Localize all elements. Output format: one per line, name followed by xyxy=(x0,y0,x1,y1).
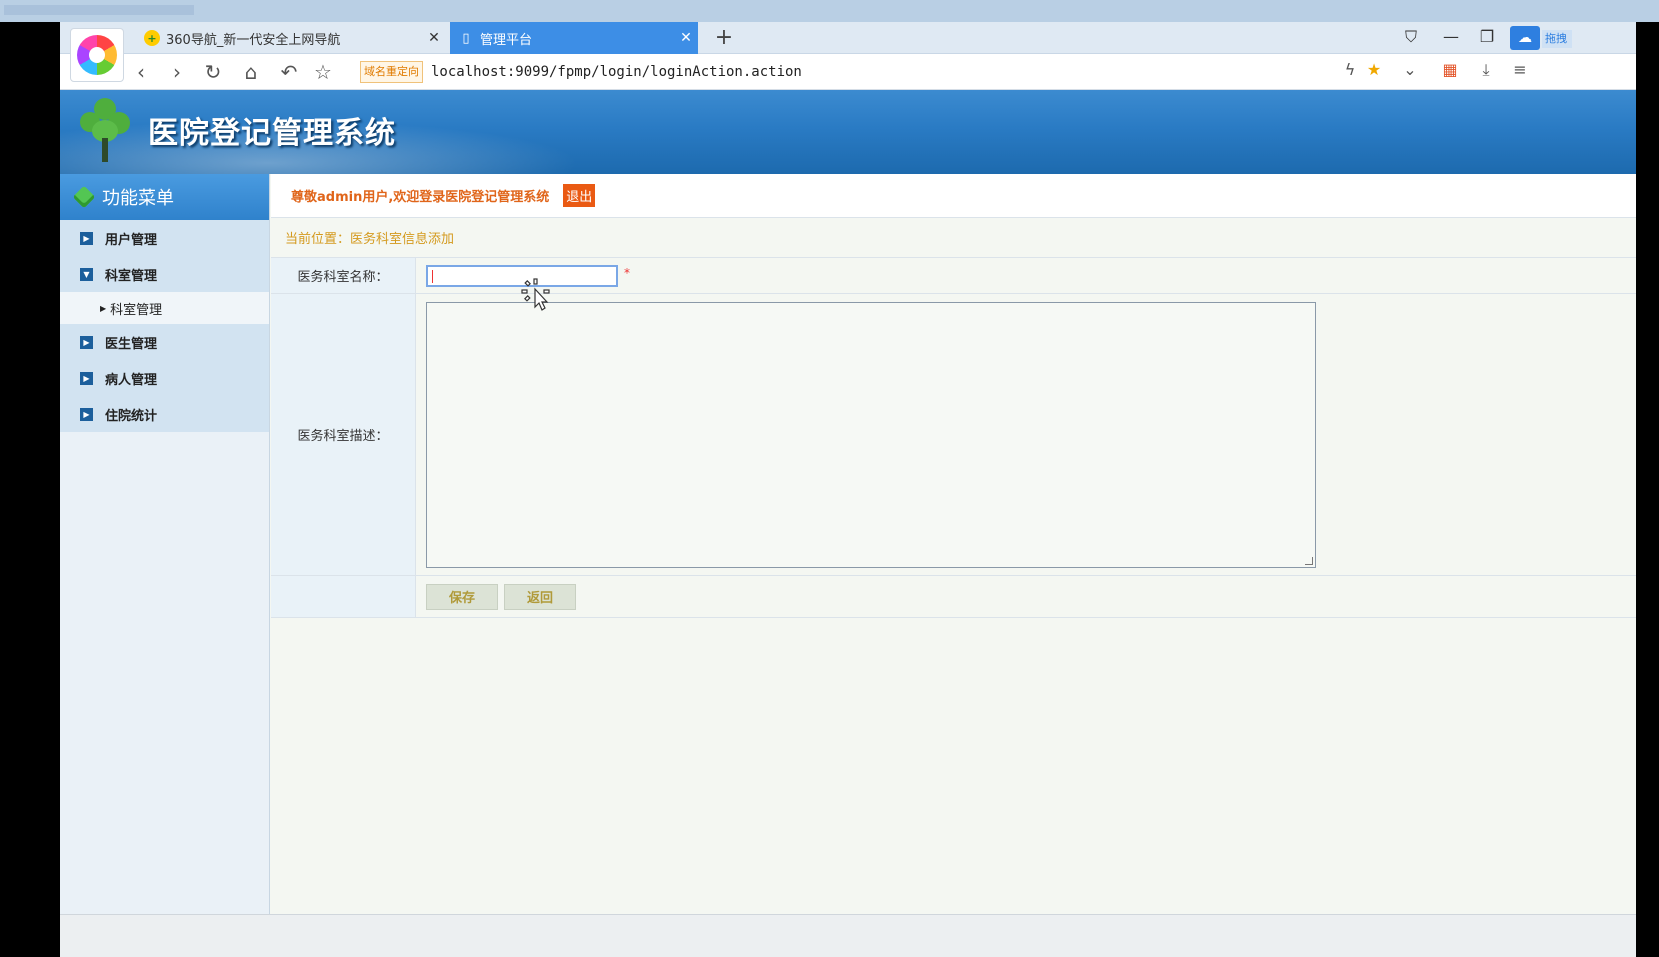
browser-logo-icon[interactable] xyxy=(70,28,124,82)
status-strip xyxy=(60,914,1636,957)
document-icon: ▯ xyxy=(462,30,470,46)
shirt-skin-icon[interactable]: ⛉ xyxy=(1400,27,1422,47)
tab-label: 管理平台 xyxy=(480,32,533,48)
resize-grip-icon[interactable] xyxy=(1305,556,1313,565)
restore-icon[interactable]: ❐ xyxy=(1476,27,1498,46)
reload-icon[interactable]: ↻ xyxy=(200,59,226,85)
gem-icon xyxy=(72,185,96,209)
tab-label: 360导航_新一代安全上网导航 xyxy=(166,32,341,48)
redirect-badge[interactable]: 域名重定向 xyxy=(360,61,423,83)
sidebar-item-doctors[interactable]: ▶ 医生管理 xyxy=(60,324,269,360)
menu-group: ▶ 用户管理 ▼ 科室管理 ▶ 科室管理 ▶ 医生管理 ▶ 病人管理 ▶ 住院统… xyxy=(60,220,269,432)
expand-icon: ▶ xyxy=(80,371,93,385)
undo-close-icon[interactable]: ↶ xyxy=(276,59,302,85)
sidebar-item-label: 医生管理 xyxy=(105,336,158,352)
text-caret xyxy=(432,269,433,283)
description-label: 医务科室描述： xyxy=(271,294,416,575)
welcome-text: 尊敬admin用户,欢迎登录医院登记管理系统 xyxy=(291,190,550,205)
sidebar-item-label: 病人管理 xyxy=(105,372,158,388)
url-text[interactable]: localhost:9099/fpmp/login/loginAction.ac… xyxy=(431,64,802,80)
app-header: 医院登记管理系统 xyxy=(60,90,1636,174)
menu-heading-label: 功能菜单 xyxy=(102,188,174,209)
favorite-star-icon[interactable]: ☆ xyxy=(310,59,336,85)
bookmark-star-icon[interactable]: ★ xyxy=(1362,60,1386,79)
cloud-sync-icon[interactable]: ☁ xyxy=(1510,26,1540,50)
expand-icon: ▶ xyxy=(80,231,93,245)
shield-plus-icon: + xyxy=(144,30,160,46)
form-row-actions: 保存 返回 xyxy=(271,576,1636,618)
browser-window: + 360导航_新一代安全上网导航 ✕ ▯ 管理平台 ✕ + ⛉ — ❐ ☁ 拖… xyxy=(60,22,1636,957)
expand-icon: ▶ xyxy=(80,335,93,349)
form-row-name: 医务科室名称： * xyxy=(271,258,1636,294)
lightning-icon[interactable]: ϟ xyxy=(1338,60,1362,79)
main-content: 尊敬admin用户,欢迎登录医院登记管理系统 退出 当前位置：医务科室信息添加 … xyxy=(271,174,1636,957)
address-toolbar: ‹ › ↻ ⌂ ↶ ☆ 域名重定向 localhost:9099/fpmp/lo… xyxy=(60,54,1636,90)
collapse-icon: ▼ xyxy=(80,267,93,281)
sidebar-subitem-label: 科室管理 xyxy=(110,302,163,318)
required-mark: * xyxy=(624,266,630,280)
sidebar-item-departments[interactable]: ▼ 科室管理 xyxy=(60,256,269,292)
bullet-triangle-icon: ▶ xyxy=(100,303,107,313)
address-bar[interactable]: 域名重定向 localhost:9099/fpmp/login/loginAct… xyxy=(360,58,1360,86)
minimize-icon[interactable]: — xyxy=(1440,27,1462,46)
sidebar-item-patients[interactable]: ▶ 病人管理 xyxy=(60,360,269,396)
logout-button[interactable]: 退出 xyxy=(563,184,596,207)
sidebar-item-label: 科室管理 xyxy=(105,268,158,284)
actions-label-cell xyxy=(271,576,416,617)
breadcrumb: 当前位置：医务科室信息添加 xyxy=(271,218,1636,258)
app-title: 医院登记管理系统 xyxy=(148,116,396,151)
mouse-pointer-icon xyxy=(521,278,550,311)
menu-heading: 功能菜单 xyxy=(60,174,269,220)
new-tab-button[interactable]: + xyxy=(712,25,736,50)
sidebar: 功能菜单 ▶ 用户管理 ▼ 科室管理 ▶ 科室管理 ▶ 医生管理 ▶ 病人管理 xyxy=(60,174,270,957)
welcome-bar: 尊敬admin用户,欢迎登录医院登记管理系统 退出 xyxy=(271,174,1636,218)
name-label: 医务科室名称： xyxy=(271,258,416,293)
menu-icon[interactable]: ≡ xyxy=(1508,60,1532,79)
sidebar-item-label: 住院统计 xyxy=(105,408,158,424)
sidebar-item-stats[interactable]: ▶ 住院统计 xyxy=(60,396,269,432)
side-drag-label: 拖拽 xyxy=(1542,30,1572,48)
expand-icon: ▶ xyxy=(80,407,93,421)
back-button[interactable]: 返回 xyxy=(504,583,576,610)
back-icon[interactable]: ‹ xyxy=(128,59,154,85)
blurred-window-title xyxy=(4,5,194,15)
save-button[interactable]: 保存 xyxy=(426,583,498,610)
department-description-textarea[interactable] xyxy=(426,301,1316,568)
home-icon[interactable]: ⌂ xyxy=(238,59,264,85)
apps-grid-icon[interactable]: ▦ xyxy=(1438,60,1462,79)
download-icon[interactable]: ⤓ xyxy=(1474,60,1498,80)
sidebar-item-label: 用户管理 xyxy=(105,232,158,248)
os-top-strip xyxy=(0,0,1659,22)
tab-admin-platform[interactable]: ▯ 管理平台 ✕ xyxy=(450,22,698,54)
close-icon[interactable]: ✕ xyxy=(422,30,446,46)
close-icon[interactable]: ✕ xyxy=(674,30,698,46)
form-row-description: 医务科室描述： xyxy=(271,294,1636,576)
tab-360-nav[interactable]: + 360导航_新一代安全上网导航 ✕ xyxy=(136,22,446,54)
chevron-down-icon[interactable]: ⌄ xyxy=(1398,60,1422,79)
forward-icon[interactable]: › xyxy=(164,59,190,85)
sidebar-item-users[interactable]: ▶ 用户管理 xyxy=(60,220,269,256)
tab-bar: + 360导航_新一代安全上网导航 ✕ ▯ 管理平台 ✕ + ⛉ — ❐ ☁ 拖… xyxy=(60,22,1636,82)
department-form: 医务科室名称： * 医务科室描述： 保存 返回 xyxy=(271,258,1636,618)
sidebar-subitem-departments[interactable]: ▶ 科室管理 xyxy=(60,292,269,324)
tree-logo-icon xyxy=(78,98,132,164)
